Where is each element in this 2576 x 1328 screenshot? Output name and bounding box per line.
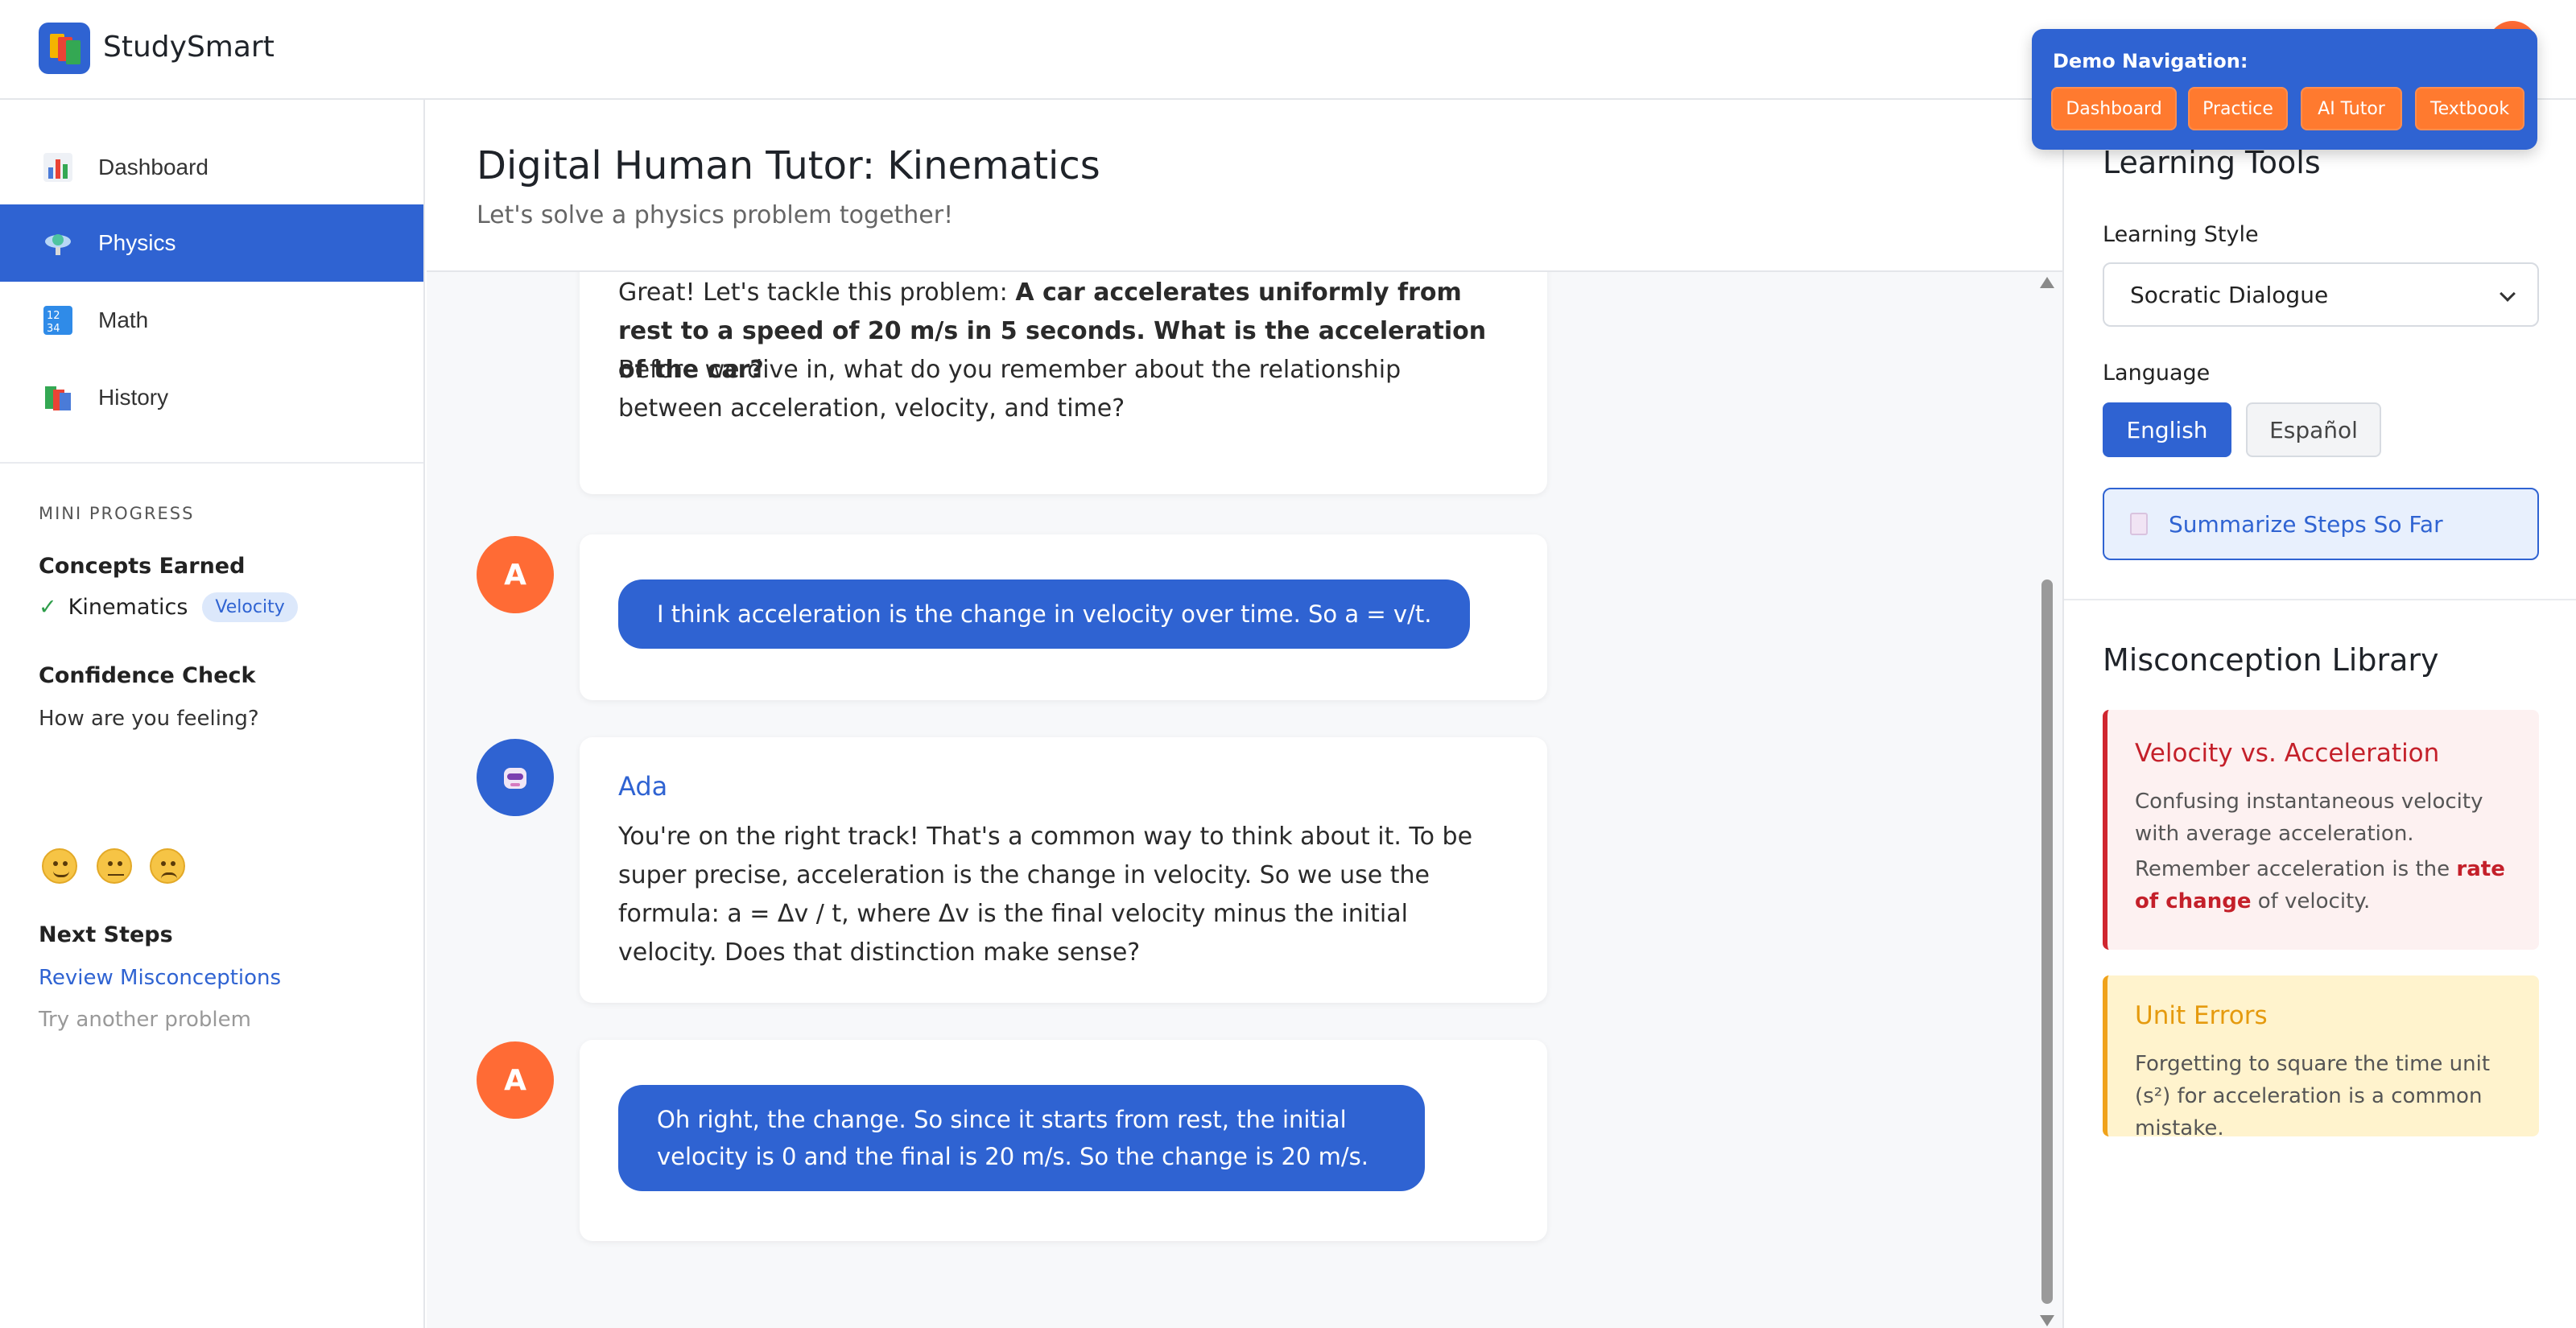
chevron-down-icon (2500, 286, 2516, 302)
tutor-message-card: Ada You're on the right track! That's a … (580, 737, 1547, 1003)
misconception-text: Confusing instantaneous velocity with av… (2135, 790, 2483, 846)
tutor-message-card: Great! Let's tackle this problem: A car … (580, 272, 1547, 494)
right-panel: Learning Tools Learning Style Socratic D… (2062, 100, 2576, 1328)
demo-nav-title: Demo Navigation: (2053, 50, 2248, 72)
learning-style-select[interactable]: Socratic Dialogue (2103, 262, 2539, 327)
summarize-label: Summarize Steps So Far (2169, 510, 2443, 538)
sad-emoji-icon[interactable] (150, 848, 185, 884)
document-icon (2130, 513, 2148, 535)
demo-ai-tutor-button[interactable]: AI Tutor (2301, 87, 2402, 130)
language-label: Language (2103, 361, 2211, 386)
english-button[interactable]: English (2103, 402, 2231, 457)
mini-progress-label: MINI PROGRESS (39, 504, 195, 523)
sidebar-item-dashboard[interactable]: Dashboard (0, 129, 423, 206)
demo-navigation: Demo Navigation: Dashboard Practice AI T… (2032, 29, 2537, 150)
confidence-prompt: How are you feeling? (39, 707, 259, 731)
page-subtitle: Let's solve a physics problem together! (477, 201, 954, 229)
user-message-bubble: Oh right, the change. So since it starts… (618, 1085, 1425, 1191)
scroll-thumb[interactable] (2041, 579, 2053, 1304)
concept-kinematics: Kinematics (68, 595, 188, 620)
page-title: Digital Human Tutor: Kinematics (477, 143, 1100, 188)
tutor-name: Ada (618, 771, 668, 802)
user-message-card: I think acceleration is the change in ve… (580, 534, 1547, 700)
sidebar-divider (0, 462, 423, 464)
concepts-row: ✓ Kinematics Velocity (39, 592, 298, 622)
app-logo-icon[interactable] (39, 23, 90, 74)
next-steps-heading: Next Steps (39, 922, 173, 947)
app-name: StudySmart (103, 31, 275, 64)
demo-dashboard-button[interactable]: Dashboard (2051, 87, 2177, 130)
learning-style-value: Socratic Dialogue (2130, 281, 2329, 308)
happy-emoji-icon[interactable] (42, 848, 77, 884)
ada-avatar (477, 739, 554, 816)
misconception-title: Velocity vs. Acceleration (2135, 739, 2440, 768)
scroll-up-icon[interactable] (2040, 277, 2054, 288)
summarize-steps-button[interactable]: Summarize Steps So Far (2103, 488, 2539, 560)
numbers-icon: 12 34 (43, 306, 72, 335)
scroll-down-icon[interactable] (2040, 1315, 2054, 1326)
review-misconceptions-link[interactable]: Review Misconceptions (39, 966, 281, 990)
misconception-library-heading: Misconception Library (2103, 642, 2439, 678)
check-icon: ✓ (39, 595, 57, 620)
misconception-tip: Remember acceleration is the rate of cha… (2135, 857, 2505, 914)
main-header: Digital Human Tutor: Kinematics Let's so… (427, 100, 2062, 272)
sidebar-item-history[interactable]: History (0, 359, 423, 436)
misconception-card[interactable]: Unit Errors Forgetting to square the tim… (2103, 975, 2539, 1140)
misconception-text: Forgetting to square the time unit (s²) … (2135, 1052, 2491, 1140)
espanol-button[interactable]: Español (2246, 402, 2381, 457)
demo-practice-button[interactable]: Practice (2188, 87, 2288, 130)
user-avatar: A (477, 1041, 554, 1119)
try-another-problem-link: Try another problem (39, 1008, 251, 1032)
sidebar-item-math[interactable]: 12 34 Math (0, 282, 423, 359)
books-icon (45, 386, 71, 410)
concepts-earned-heading: Concepts Earned (39, 554, 246, 579)
neutral-emoji-icon[interactable] (97, 848, 132, 884)
user-message-bubble: I think acceleration is the change in ve… (618, 579, 1471, 649)
right-divider (2064, 599, 2576, 600)
sidebar-item-physics[interactable]: Physics (0, 204, 423, 282)
sidebar-item-label: Math (98, 307, 149, 332)
learning-tools-heading: Learning Tools (2103, 145, 2321, 180)
misconception-title: Unit Errors (2135, 1001, 2268, 1030)
sidebar-item-label: Dashboard (98, 155, 208, 179)
learning-style-label: Learning Style (2103, 222, 2259, 247)
user-avatar: A (477, 536, 554, 613)
user-message-card: Oh right, the change. So since it starts… (580, 1040, 1547, 1241)
chat-scrollbar[interactable] (2038, 274, 2056, 1328)
misconception-card[interactable]: Velocity vs. Acceleration Confusing inst… (2103, 710, 2539, 950)
sidebar: Dashboard Physics 12 34 Math History MIN… (0, 100, 425, 1328)
chat-area: Great! Let's tackle this problem: A car … (427, 272, 2062, 1328)
tutor-message-text: You're on the right track! That's a comm… (618, 823, 1473, 967)
concept-velocity-tag: Velocity (202, 592, 298, 622)
svg-text:12: 12 (47, 310, 60, 322)
demo-textbook-button[interactable]: Textbook (2415, 87, 2524, 130)
tutor-message-followup: Before we dive in, what do you remember … (618, 356, 1402, 423)
physics-icon (45, 234, 71, 255)
svg-text:34: 34 (47, 323, 60, 335)
sidebar-item-label: History (98, 385, 169, 410)
sidebar-item-label: Physics (98, 230, 176, 255)
confidence-check-heading: Confidence Check (39, 663, 256, 688)
bar-chart-icon (43, 153, 72, 182)
robot-icon (504, 768, 526, 789)
